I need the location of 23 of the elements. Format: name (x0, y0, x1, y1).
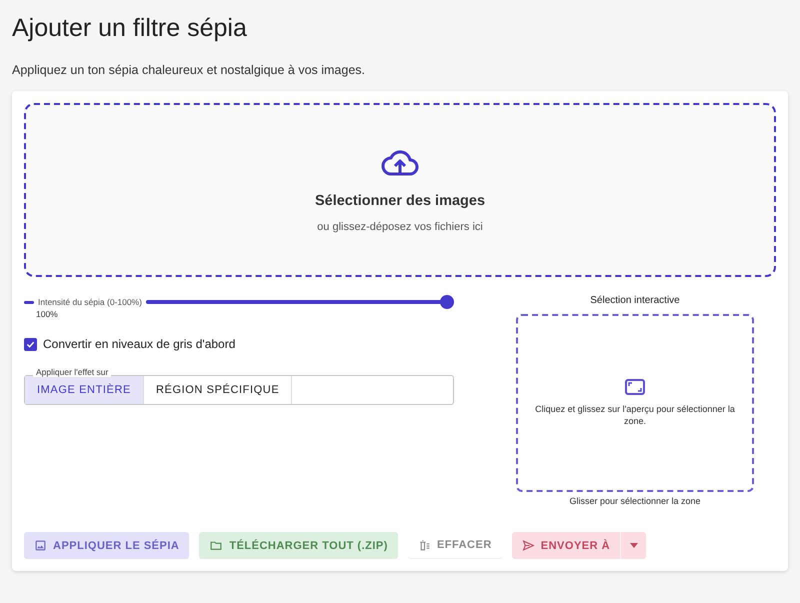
selection-title: Sélection interactive (590, 295, 680, 306)
dropzone-title: Sélectionner des images (314, 193, 486, 209)
caret-icon (630, 543, 638, 548)
folder-icon (209, 539, 224, 552)
dropzone-hint: ou glissez-déposez vos fichiers ici (317, 221, 483, 233)
page-title: Ajouter un filtre sépia (12, 14, 248, 43)
slider-tick (24, 300, 34, 304)
group-legend: Appliquer l'effet sur (33, 367, 112, 377)
selection-area[interactable]: Cliquez et glissez sur l'aperçu pour sélectionner la zone. (516, 314, 754, 492)
checkbox-label: Convertir en niveaux de gris d'abord (43, 337, 236, 351)
page-subtitle: Appliquez un ton sépia chaleureux et nostalgique à vos images. (12, 63, 366, 77)
grayscale-checkbox[interactable] (24, 338, 37, 350)
crop-frame-icon (625, 378, 645, 395)
slider-label: Intensité du sépia (0-100%) (38, 297, 142, 307)
selection-caption: Glisser pour sélectionner la zone (569, 496, 701, 506)
selection-hint: Cliquez et glissez sur l'aperçu pour sélectionner la zone. (534, 402, 736, 428)
toggle-option[interactable]: IMAGE ENTIÈRE (25, 376, 144, 404)
slider-value: 100% (36, 309, 59, 319)
upload-dropzone[interactable]: Sélectionner des images ou glissez-déposez vos fichiers ici (24, 103, 776, 277)
send-icon (522, 539, 535, 552)
intensity-slider[interactable] (146, 295, 454, 309)
trash-icon (418, 538, 431, 552)
image-icon (34, 539, 47, 552)
